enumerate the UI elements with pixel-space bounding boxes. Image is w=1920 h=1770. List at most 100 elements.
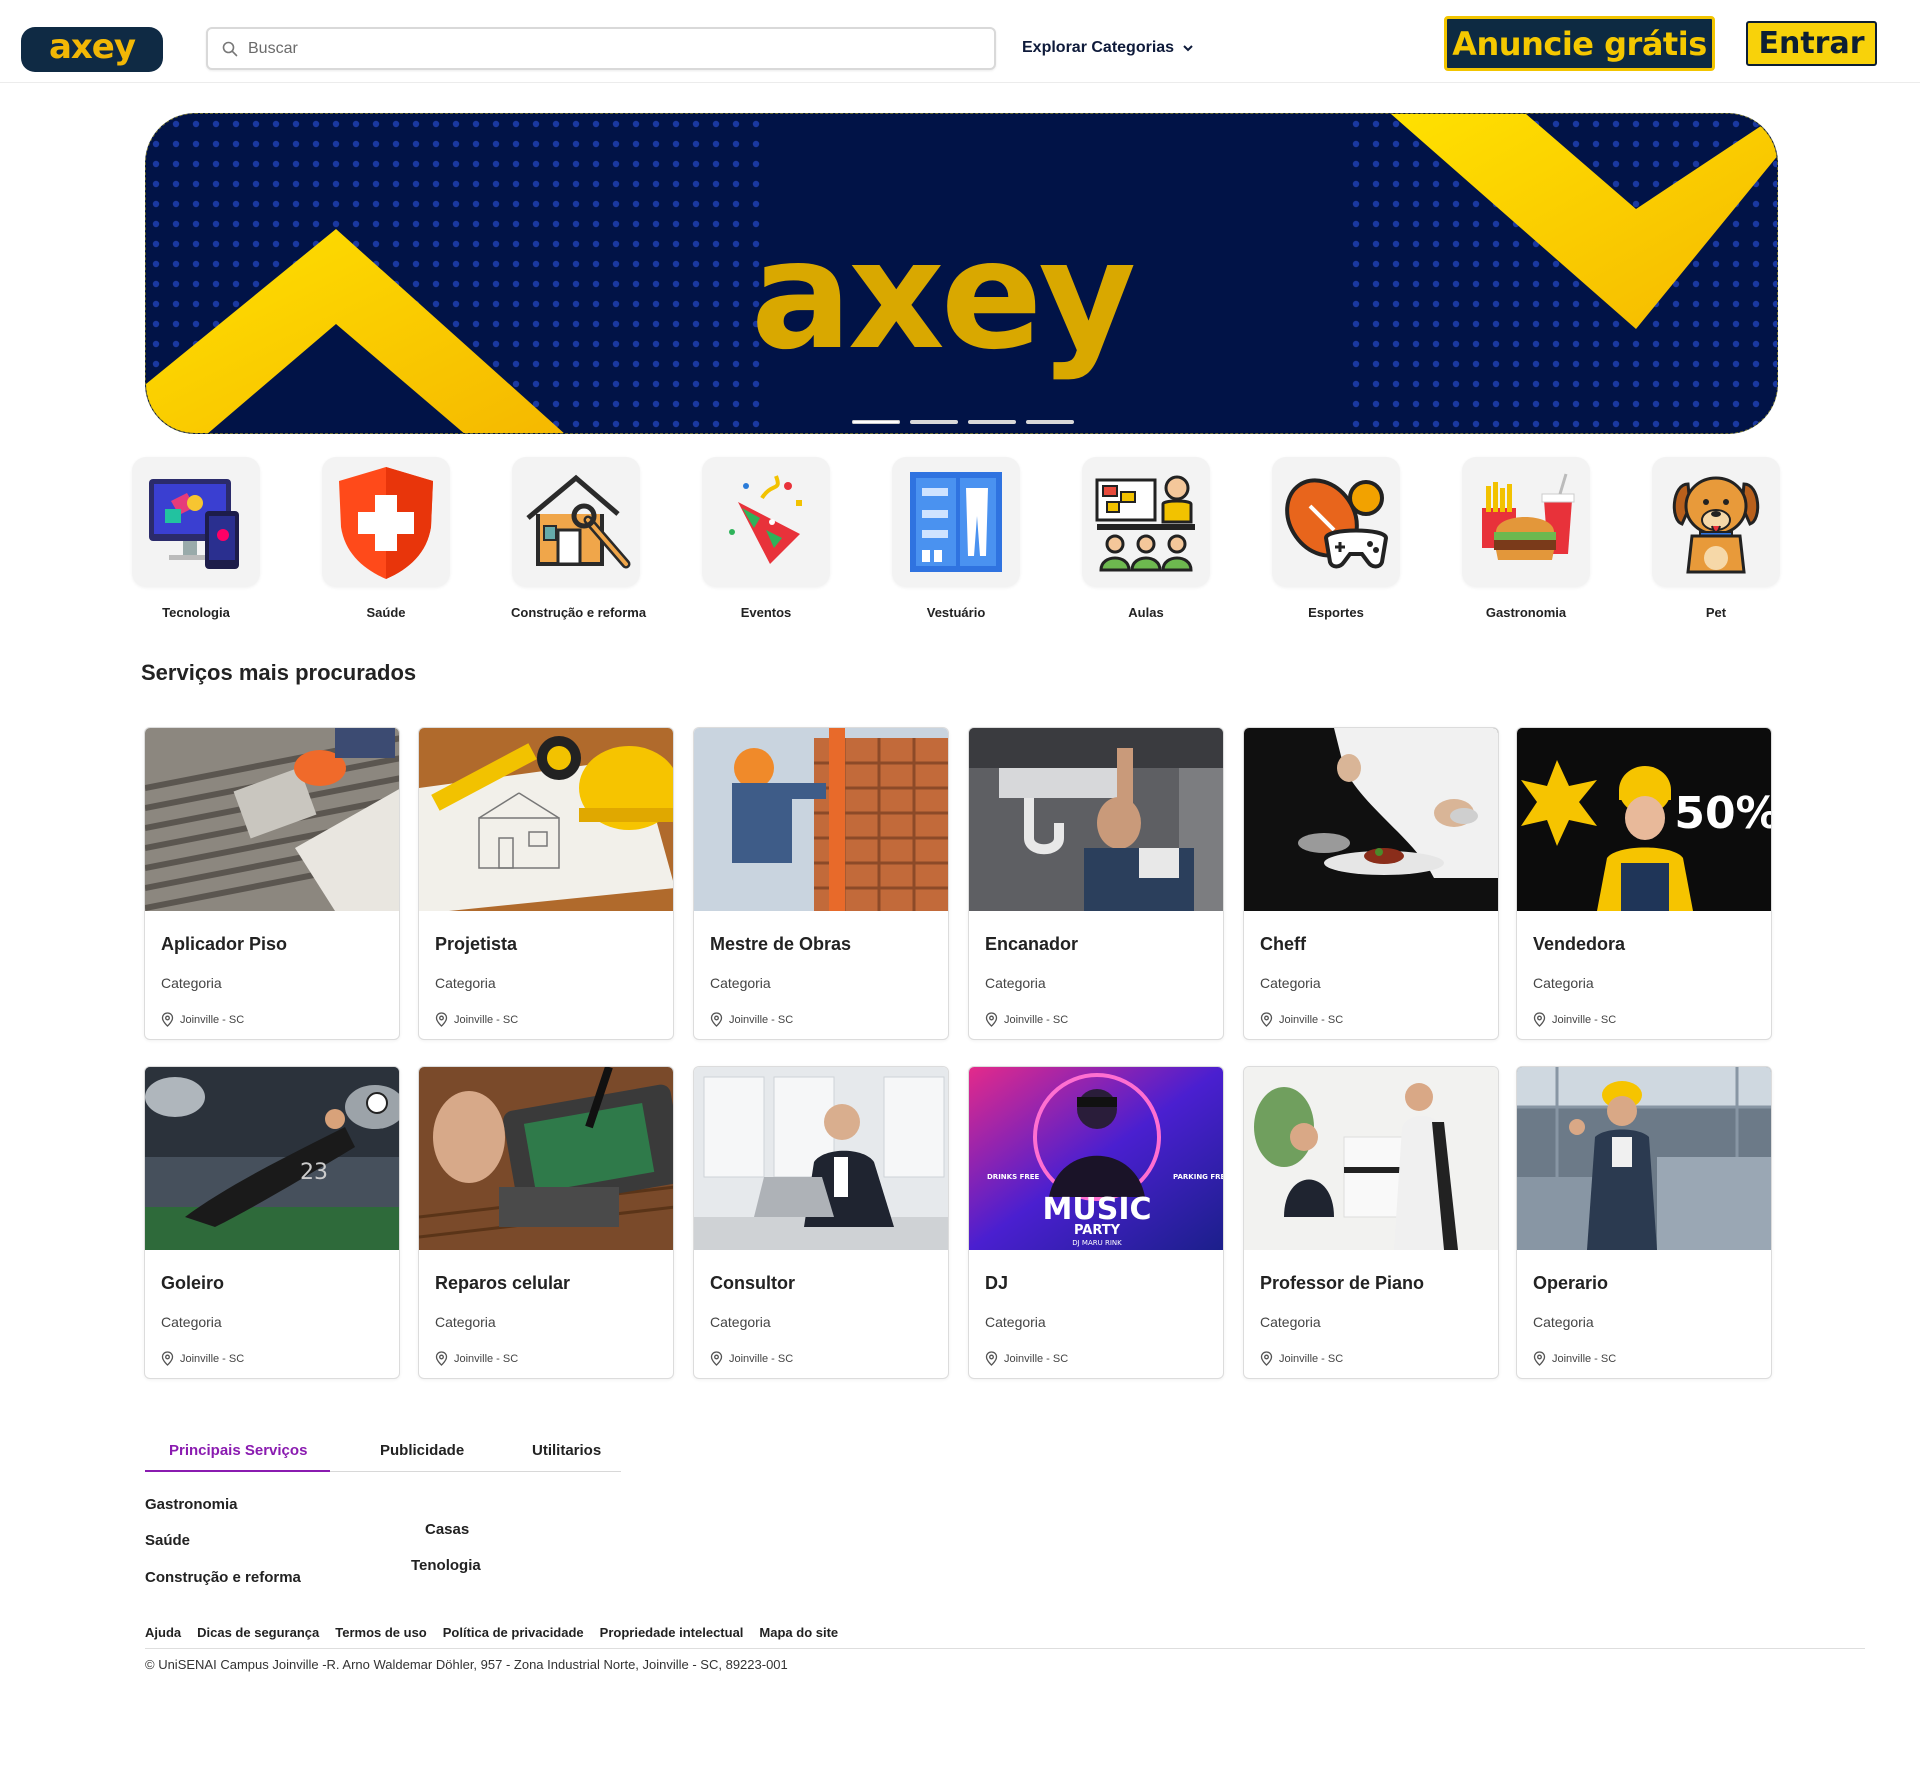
- footer-link-saude[interactable]: Saúde: [145, 1532, 190, 1549]
- location-pin-icon: [1533, 1351, 1546, 1366]
- chevron-down-icon: [1182, 39, 1194, 57]
- service-title: DJ: [985, 1273, 1009, 1293]
- service-category: Categoria: [710, 975, 771, 991]
- service-location: Joinville - SC: [1260, 1351, 1343, 1366]
- poster-subtitle-text: PARTY: [1074, 1223, 1121, 1238]
- service-location: Joinville - SC: [435, 1012, 518, 1027]
- piano-lesson-photo: [1244, 1067, 1498, 1250]
- plumber-photo: [969, 728, 1223, 911]
- service-category: Categoria: [1533, 975, 1594, 991]
- service-category: Categoria: [1260, 1314, 1321, 1330]
- category-esportes[interactable]: Esportes: [1271, 457, 1401, 620]
- carousel-indicators: [852, 420, 1074, 424]
- category-saude[interactable]: Saúde: [321, 457, 451, 620]
- blueprint-tools-photo: [419, 728, 673, 911]
- category-label: Esportes: [1308, 605, 1364, 620]
- service-card-mestre-de-obras[interactable]: Mestre de Obras Categoria Joinville - SC: [693, 727, 949, 1040]
- category-aulas[interactable]: Aulas: [1081, 457, 1211, 620]
- category-strip: Tecnologia Saúde Construção e reforma Ev…: [131, 457, 1781, 627]
- service-card-vendedora[interactable]: 50% Vendedora Categoria Joinville - SC: [1516, 727, 1772, 1040]
- fast-food-icon: [1482, 473, 1575, 560]
- footer-link-politica-privacidade[interactable]: Política de privacidade: [443, 1625, 584, 1640]
- poster-left-text: DRINKS FREE: [987, 1173, 1040, 1181]
- service-card-cheff[interactable]: Cheff Categoria Joinville - SC: [1243, 727, 1499, 1040]
- footer-link-construcao[interactable]: Construção e reforma: [145, 1569, 301, 1586]
- footer-link-gastronomia[interactable]: Gastronomia: [145, 1496, 238, 1513]
- factory-worker-photo: [1517, 1067, 1771, 1250]
- category-tecnologia[interactable]: Tecnologia: [131, 457, 261, 620]
- location-pin-icon: [985, 1012, 998, 1027]
- party-popper-icon: [729, 475, 802, 564]
- service-card-dj[interactable]: DRINKS FREE PARKING FREE MUSICPARTYDJ MARU…: [968, 1066, 1224, 1379]
- chef-plating-photo: [1244, 728, 1498, 911]
- svg-text:23: 23: [300, 1160, 328, 1185]
- service-card-projetista[interactable]: Projetista Categoria Joinville - SC: [418, 727, 674, 1040]
- carousel-dot-1[interactable]: [852, 420, 900, 424]
- footer-link-dicas-seguranca[interactable]: Dicas de segurança: [197, 1625, 319, 1640]
- category-label: Eventos: [740, 605, 792, 620]
- carousel-dot-2[interactable]: [910, 420, 958, 424]
- active-tab-indicator: [145, 1470, 330, 1472]
- goalkeeper-photo: 23: [145, 1067, 399, 1250]
- service-location-text: Joinville - SC: [1004, 1013, 1069, 1026]
- search-bar[interactable]: [206, 27, 996, 70]
- service-location: Joinville - SC: [435, 1351, 518, 1366]
- footer-link-termos-uso[interactable]: Termos de uso: [335, 1625, 427, 1640]
- service-location: Joinville - SC: [161, 1351, 244, 1366]
- wardrobe-icon: [910, 472, 1002, 572]
- service-location: Joinville - SC: [710, 1012, 793, 1027]
- search-input[interactable]: [248, 39, 968, 58]
- service-location-text: Joinville - SC: [180, 1013, 245, 1026]
- service-location-text: Joinville - SC: [1279, 1352, 1344, 1365]
- location-pin-icon: [710, 1351, 723, 1366]
- hero-banner[interactable]: axey: [145, 113, 1778, 434]
- category-vestuario[interactable]: Vestuário: [891, 457, 1021, 620]
- service-title: Encanador: [985, 934, 1079, 954]
- tab-publicidade[interactable]: Publicidade: [380, 1442, 464, 1459]
- service-title: Consultor: [710, 1273, 795, 1293]
- category-construcao[interactable]: Construção e reforma: [511, 457, 647, 620]
- footer-link-tenologia[interactable]: Tenologia: [411, 1557, 481, 1574]
- carousel-dot-3[interactable]: [968, 420, 1016, 424]
- service-location-text: Joinville - SC: [1279, 1013, 1344, 1026]
- service-location-text: Joinville - SC: [1552, 1013, 1617, 1026]
- location-pin-icon: [1260, 1012, 1273, 1027]
- footer-link-ajuda[interactable]: Ajuda: [145, 1625, 181, 1640]
- category-label: Saúde: [366, 605, 406, 620]
- service-card-operario[interactable]: Operario Categoria Joinville - SC: [1516, 1066, 1772, 1379]
- category-gastronomia[interactable]: Gastronomia: [1461, 457, 1591, 620]
- service-location-text: Joinville - SC: [180, 1352, 245, 1365]
- service-location-text: Joinville - SC: [729, 1013, 794, 1026]
- service-location-text: Joinville - SC: [1552, 1352, 1617, 1365]
- service-card-reparos-celular[interactable]: Reparos celular Categoria Joinville - SC: [418, 1066, 674, 1379]
- service-card-goleiro[interactable]: 23 Goleiro Categoria Joinville - SC: [144, 1066, 400, 1379]
- service-location: Joinville - SC: [1260, 1012, 1343, 1027]
- tab-principais-servicos[interactable]: Principais Serviços: [169, 1442, 307, 1459]
- explore-categories-label: Explorar Categorias: [1022, 39, 1175, 56]
- service-category: Categoria: [1533, 1314, 1594, 1330]
- service-title: Vendedora: [1533, 934, 1626, 954]
- service-card-aplicador-piso[interactable]: Aplicador Piso Categoria Joinville - SC: [144, 727, 400, 1040]
- advertise-free-button[interactable]: Anuncie grátis: [1444, 16, 1715, 71]
- footer-link-casas[interactable]: Casas: [425, 1521, 469, 1538]
- carousel-dot-4[interactable]: [1026, 420, 1074, 424]
- tab-utilitarios[interactable]: Utilitarios: [532, 1442, 601, 1459]
- login-label: Entrar: [1758, 26, 1865, 61]
- service-card-professor-de-piano[interactable]: Professor de Piano Categoria Joinville -…: [1243, 1066, 1499, 1379]
- service-location-text: Joinville - SC: [729, 1352, 794, 1365]
- category-pet[interactable]: Pet: [1651, 457, 1781, 620]
- category-label: Gastronomia: [1485, 605, 1567, 620]
- logo[interactable]: axey: [21, 27, 163, 72]
- login-button[interactable]: Entrar: [1746, 21, 1877, 66]
- service-category: Categoria: [161, 1314, 222, 1330]
- sports-gamepad-icon: [1285, 478, 1389, 569]
- category-eventos[interactable]: Eventos: [701, 457, 831, 620]
- service-location-text: Joinville - SC: [454, 1352, 519, 1365]
- footer-link-mapa-site[interactable]: Mapa do site: [759, 1625, 838, 1640]
- service-card-encanador[interactable]: Encanador Categoria Joinville - SC: [968, 727, 1224, 1040]
- explore-categories-dropdown[interactable]: Explorar Categorias: [1022, 39, 1194, 57]
- service-card-consultor[interactable]: Consultor Categoria Joinville - SC: [693, 1066, 949, 1379]
- footer-link-propriedade-intelectual[interactable]: Propriedade intelectual: [600, 1625, 744, 1640]
- service-category: Categoria: [710, 1314, 771, 1330]
- category-label: Construção e reforma: [511, 605, 647, 620]
